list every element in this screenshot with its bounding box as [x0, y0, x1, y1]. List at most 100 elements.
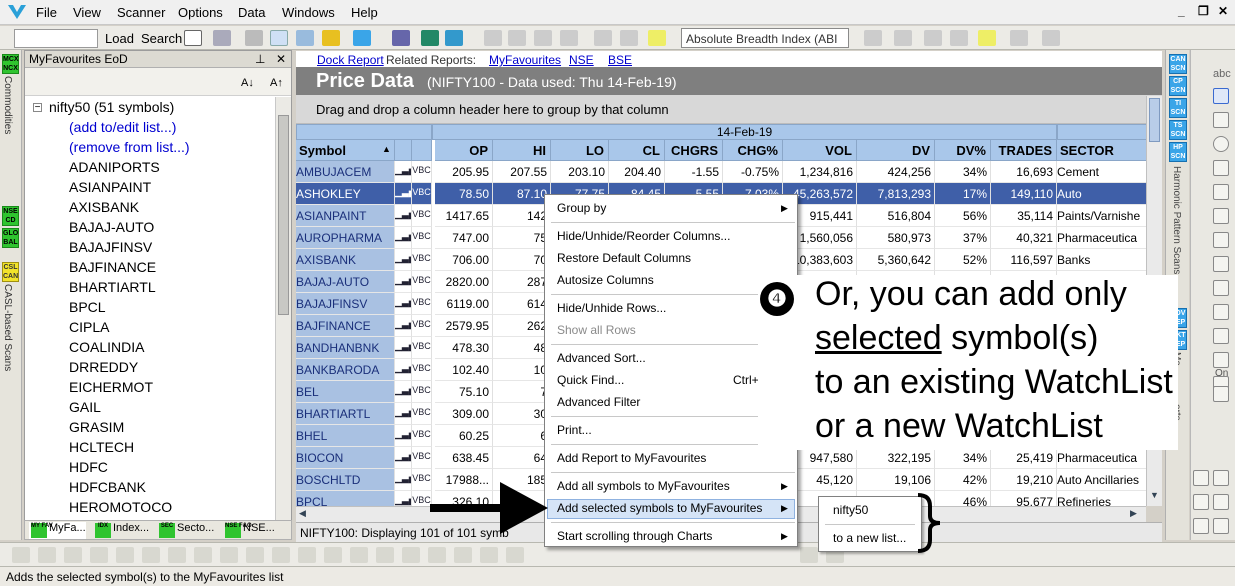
column-header-vol[interactable]: VOL [783, 140, 857, 161]
cell-op[interactable]: 478.30 [435, 337, 493, 359]
cell-symbol[interactable]: BHARTIARTL [296, 403, 395, 425]
cell-op[interactable]: 706.00 [435, 249, 493, 271]
grid-tool-4-icon[interactable] [1213, 494, 1229, 510]
grid-tool-3-icon[interactable] [1193, 494, 1209, 510]
tree-item[interactable]: HDFCBANK [69, 479, 146, 495]
chart-icon[interactable]: ▁▃▅ [395, 381, 412, 403]
cell-cl[interactable]: 204.40 [609, 161, 665, 183]
copy-icon[interactable] [270, 30, 288, 46]
tree-item[interactable]: EICHERMOT [69, 379, 153, 395]
cell-dv[interactable]: 5,360,642 [857, 249, 935, 271]
column-header-symbol[interactable]: Symbol ▲ [296, 140, 395, 161]
pivot-icon[interactable] [894, 30, 912, 46]
candle-chart-icon[interactable] [508, 30, 526, 46]
vbc-icon[interactable]: VBC [412, 469, 432, 491]
cell-hi[interactable]: 30 [493, 403, 551, 425]
tree-item[interactable]: AXISBANK [69, 199, 139, 215]
cell-dvp[interactable]: 37% [935, 227, 991, 249]
bottom-tool-icon[interactable] [220, 547, 238, 563]
cell-dvp[interactable]: 17% [935, 183, 991, 205]
cell-symbol[interactable]: BANDHANBNK [296, 337, 395, 359]
ts-scan-button[interactable]: TS SCN [1169, 120, 1187, 140]
cell-symbol[interactable]: BAJAJFINSV [296, 293, 395, 315]
ma-icon[interactable] [620, 30, 638, 46]
cell-sector[interactable]: Paints/Varnishe [1057, 205, 1146, 227]
column-header-chart[interactable] [395, 140, 412, 161]
cell-trades[interactable]: 116,597 [991, 249, 1057, 271]
indicator-icon[interactable] [322, 30, 340, 46]
column-header-hi[interactable]: HI [493, 140, 551, 161]
bottom-tool-icon[interactable] [12, 547, 30, 563]
bottom-tool-icon[interactable] [350, 547, 368, 563]
cell-hi[interactable]: 48 [493, 337, 551, 359]
vbc-icon[interactable]: VBC [412, 271, 432, 293]
menu-advanced-sort[interactable]: Advanced Sort... [557, 351, 646, 365]
cell-dvp[interactable]: 52% [935, 249, 991, 271]
tree-item[interactable]: BHARTIARTL [69, 279, 156, 295]
cell-op[interactable]: 75.10 [435, 381, 493, 403]
cell-sector[interactable]: Pharmaceutica [1057, 447, 1146, 469]
font-decrease-button[interactable]: A↓ [241, 77, 254, 89]
volume-icon[interactable] [594, 30, 612, 46]
cell-lo[interactable]: 203.10 [551, 161, 609, 183]
column-header-chgrs[interactable]: CHGRS [665, 140, 723, 161]
menu-autosize-columns[interactable]: Autosize Columns [557, 273, 654, 287]
column-header-trades[interactable]: TRADES [991, 140, 1057, 161]
cell-sector[interactable]: Pharmaceutica [1057, 227, 1146, 249]
cell-sector[interactable]: Cement [1057, 161, 1146, 183]
menu-file[interactable]: File [36, 5, 57, 20]
chart-icon[interactable]: ▁▃▅ [395, 227, 412, 249]
vbc-icon[interactable]: VBC [412, 293, 432, 315]
cell-op[interactable]: 60.25 [435, 425, 493, 447]
cell-chgrs[interactable]: -1.55 [665, 161, 723, 183]
ti-scan-button[interactable]: TI SCN [1169, 98, 1187, 118]
cell-symbol[interactable]: ASIANPAINT [296, 205, 395, 227]
bottom-tool-icon[interactable] [90, 547, 108, 563]
chart-icon[interactable]: ▁▃▅ [395, 249, 412, 271]
menu-group-by[interactable]: Group by [557, 201, 606, 215]
cell-trades[interactable]: 95,677 [991, 491, 1057, 506]
restore-icon[interactable]: ❐ [1198, 4, 1209, 18]
vbc-icon[interactable]: VBC [412, 403, 432, 425]
cell-op[interactable]: 638.45 [435, 447, 493, 469]
cell-symbol[interactable]: BHEL [296, 425, 395, 447]
grid-tool-2-icon[interactable] [1213, 470, 1229, 486]
cell-dv[interactable]: 7,813,293 [857, 183, 935, 205]
link-icon[interactable] [392, 30, 410, 46]
symbol-input[interactable] [14, 29, 98, 48]
cell-hi[interactable]: 262 [493, 315, 551, 337]
report-icon[interactable] [445, 30, 463, 46]
cell-op[interactable]: 78.50 [435, 183, 493, 205]
line-chart-icon[interactable] [534, 30, 552, 46]
submenu-new-list[interactable]: to a new list... [833, 531, 906, 545]
cell-hi[interactable]: 142 [493, 205, 551, 227]
bse-link[interactable]: BSE [608, 53, 632, 67]
cell-hi[interactable]: 207.55 [493, 161, 551, 183]
grid-tool-6-icon[interactable] [1213, 518, 1229, 534]
vbc-icon[interactable]: VBC [412, 183, 432, 205]
cell-dv[interactable]: 19,106 [857, 469, 935, 491]
grid-tool-1-icon[interactable] [1193, 470, 1209, 486]
scroll-right-icon[interactable]: ▶ [1130, 508, 1137, 519]
group-by-drop-area[interactable]: Drag and drop a column header here to gr… [296, 95, 1162, 124]
tab-index[interactable]: IDX Index... [93, 522, 149, 539]
ellipse-tool-icon[interactable] [1213, 136, 1229, 152]
cell-symbol[interactable]: BAJAJ-AUTO [296, 271, 395, 293]
vbc-icon[interactable]: VBC [412, 359, 432, 381]
tree-item[interactable]: BAJFINANCE [69, 259, 156, 275]
cell-chgp[interactable]: -0.75% [723, 161, 783, 183]
vbc-icon[interactable]: VBC [412, 205, 432, 227]
menu-hide-unhide-rows[interactable]: Hide/Unhide Rows... [557, 301, 666, 315]
cell-symbol[interactable]: BEL [296, 381, 395, 403]
cell-dvp[interactable]: 34% [935, 447, 991, 469]
vbc-icon[interactable]: VBC [412, 315, 432, 337]
chart-icon[interactable]: ▁▃▅ [395, 403, 412, 425]
bottom-tool-icon[interactable] [800, 547, 818, 563]
candle-scan-button[interactable]: CAN SCN [1169, 54, 1187, 74]
arrow-tool-icon[interactable] [1213, 232, 1229, 248]
chart-window-icon[interactable] [296, 30, 314, 46]
save-icon[interactable] [213, 30, 231, 46]
cell-symbol[interactable]: BANKBARODA [296, 359, 395, 381]
column-header-lo[interactable]: LO [551, 140, 609, 161]
cell-trades[interactable]: 40,321 [991, 227, 1057, 249]
